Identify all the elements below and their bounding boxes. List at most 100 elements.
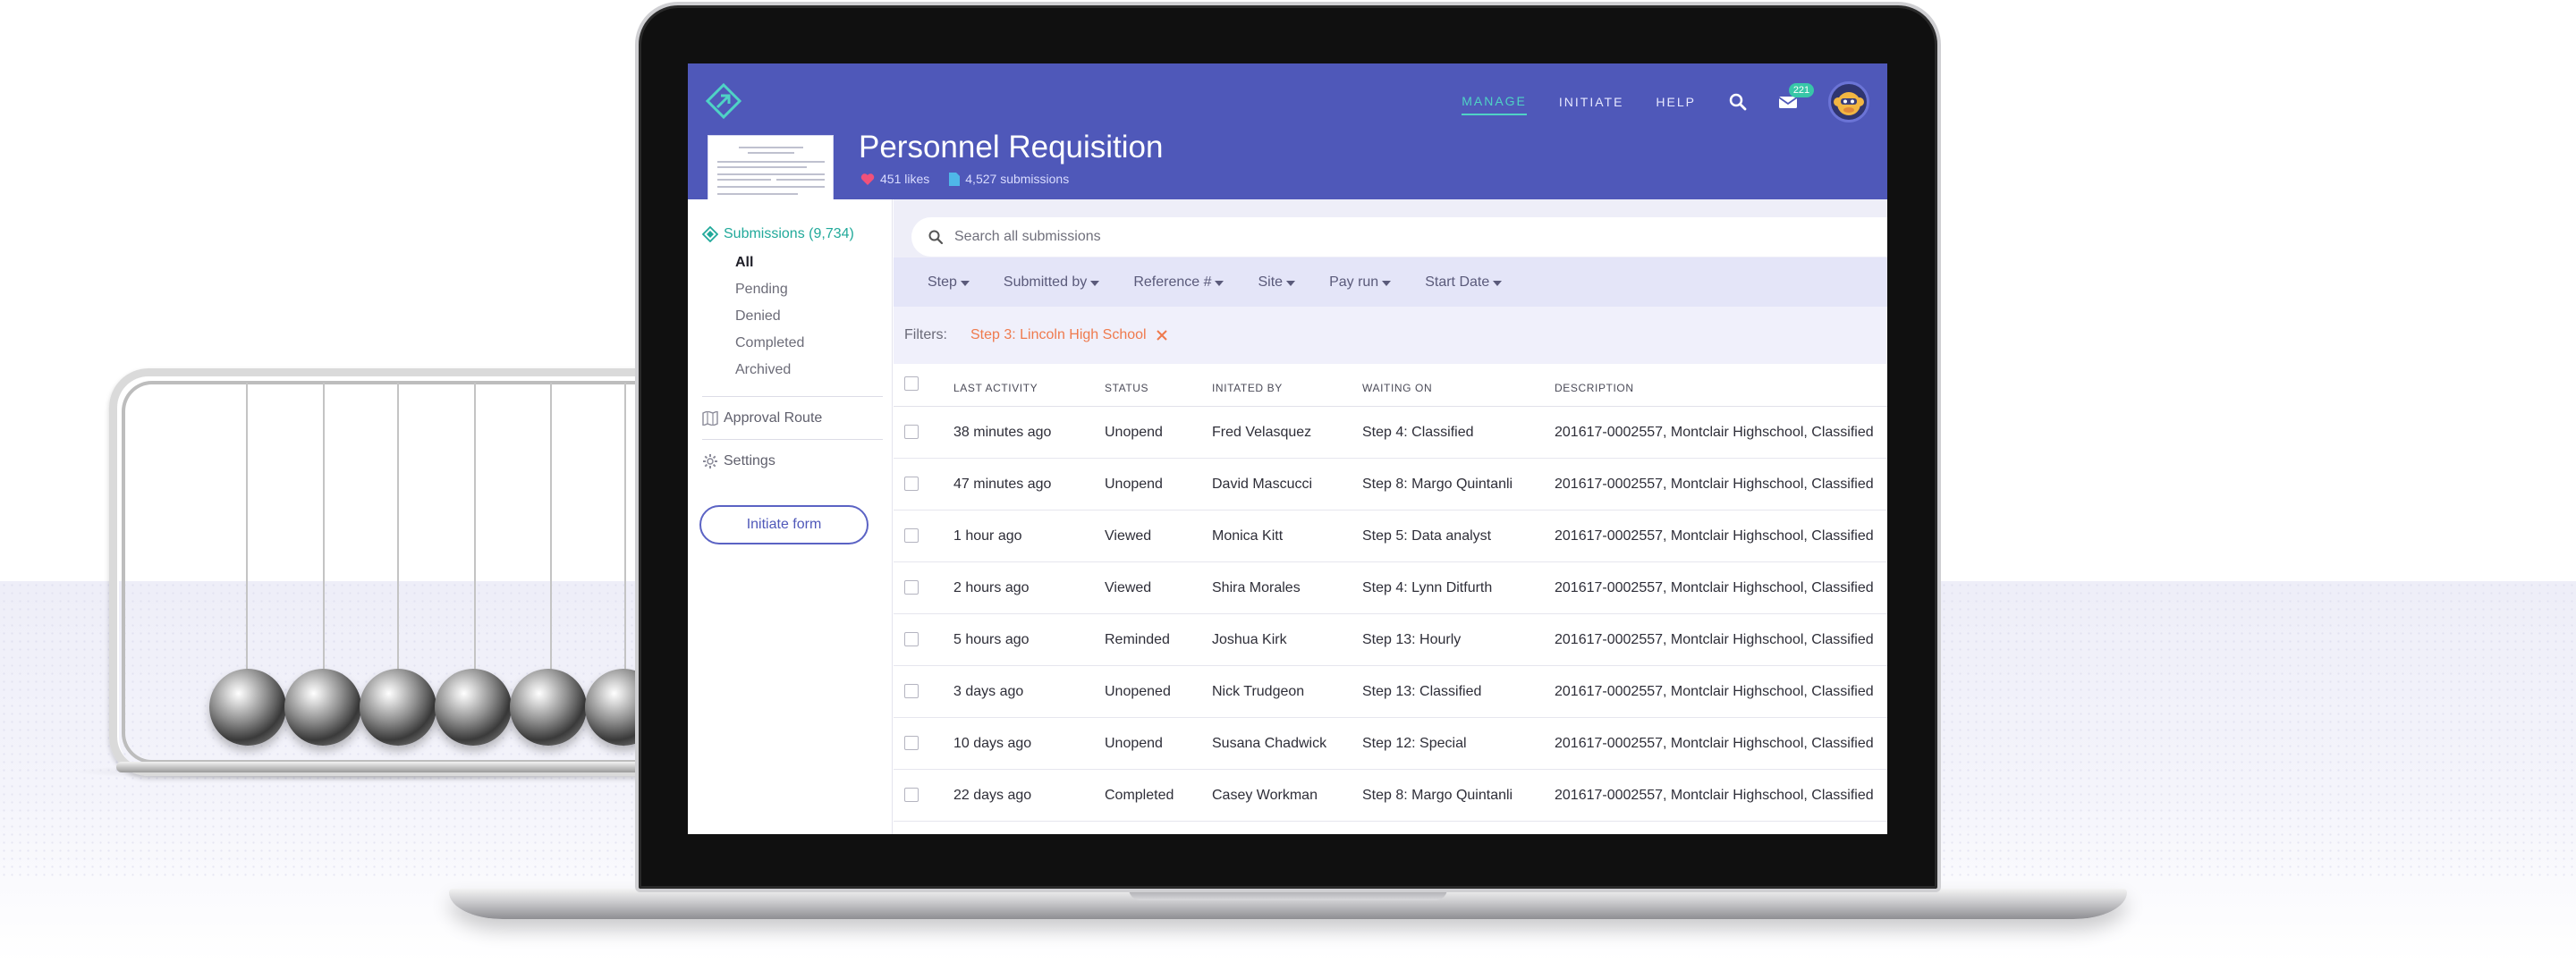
- cell-description: 201617-0002557, Montclair Highschool, Cl…: [1555, 425, 1874, 440]
- cell-waiting-on: Step 13: Hourly: [1362, 632, 1462, 647]
- laptop-screen: MANAGE INITIATE HELP 221 Personnel Requi…: [688, 63, 1887, 834]
- cell-last-activity: 5 hours ago: [953, 632, 1030, 647]
- row-checkbox[interactable]: [904, 580, 919, 595]
- cradle-ball: [209, 669, 286, 746]
- cell-status: Unopend: [1105, 425, 1163, 440]
- table-row[interactable]: 3 days ago Unopened Nick Trudgeon Step 1…: [894, 666, 1887, 718]
- sidebar-subitem-archived[interactable]: Archived: [735, 362, 791, 378]
- form-thumbnail[interactable]: [708, 135, 834, 203]
- cradle-ball: [510, 669, 587, 746]
- sidebar-item-settings[interactable]: Settings: [702, 453, 775, 469]
- cell-status: Unopend: [1105, 477, 1163, 492]
- cell-status: Reminded: [1105, 632, 1170, 647]
- cradle-string: [624, 383, 626, 672]
- search-icon[interactable]: [1728, 92, 1748, 112]
- caret-down-icon: [1493, 280, 1503, 286]
- initiate-form-button[interactable]: Initiate form: [699, 505, 869, 544]
- caret-down-icon: [1090, 280, 1100, 286]
- mail-count-badge: 221: [1789, 83, 1814, 97]
- app-logo-icon[interactable]: [705, 82, 742, 120]
- form-stats: 451 likes 4,527 submissions: [860, 172, 1089, 186]
- row-checkbox[interactable]: [904, 736, 919, 750]
- cell-status: Viewed: [1105, 528, 1152, 544]
- column-header-last-activity[interactable]: LAST ACTIVITY: [953, 382, 1038, 394]
- settings-label: Settings: [724, 453, 775, 468]
- filters-label: Filters:: [904, 327, 947, 342]
- dropdown-reference[interactable]: Reference #: [1133, 274, 1224, 291]
- gear-icon: [703, 454, 717, 468]
- cell-initiated-by: Joshua Kirk: [1212, 632, 1287, 647]
- submissions-stat: 4,527 submissions: [949, 172, 1069, 186]
- approval-route-label: Approval Route: [724, 410, 823, 426]
- nav-manage[interactable]: MANAGE: [1462, 94, 1527, 115]
- dropdown-submitted-by[interactable]: Submitted by: [1004, 274, 1100, 291]
- cell-last-activity: 22 days ago: [953, 788, 1032, 803]
- column-header-status[interactable]: STATUS: [1105, 382, 1148, 394]
- cell-description: 201617-0002557, Montclair Highschool, Cl…: [1555, 580, 1874, 595]
- nav-initiate[interactable]: INITIATE: [1559, 95, 1624, 114]
- page-title: Personnel Requisition: [859, 130, 1164, 165]
- column-header-waiting-on[interactable]: WAITING ON: [1362, 382, 1432, 394]
- table-row[interactable]: 1 hour ago Viewed Monica Kitt Step 5: Da…: [894, 511, 1887, 562]
- mail-icon[interactable]: 221: [1778, 83, 1814, 112]
- dropdown-pay-run[interactable]: Pay run: [1329, 274, 1392, 291]
- cradle-string: [550, 383, 552, 672]
- cell-waiting-on: Step 8: Margo Quintanli: [1362, 477, 1513, 492]
- sidebar-subitem-completed[interactable]: Completed: [735, 335, 804, 351]
- sidebar-item-approval-route[interactable]: Approval Route: [702, 410, 822, 426]
- dropdown-label: Step: [928, 274, 957, 290]
- submissions-count: 4,527 submissions: [965, 172, 1070, 186]
- column-header-description[interactable]: DESCRIPTION: [1555, 382, 1634, 394]
- cell-waiting-on: Step 13: Classified: [1362, 684, 1482, 699]
- cell-status: Unopened: [1105, 684, 1171, 699]
- dropdown-label: Start Date: [1425, 274, 1490, 290]
- row-checkbox[interactable]: [904, 477, 919, 491]
- dropdown-step[interactable]: Step: [928, 274, 970, 291]
- caret-down-icon: [1215, 280, 1224, 286]
- search-icon: [928, 230, 944, 245]
- dropdown-label: Reference #: [1133, 274, 1212, 290]
- sidebar-subitem-all[interactable]: All: [735, 255, 753, 271]
- nav-help[interactable]: HELP: [1656, 95, 1696, 114]
- table-row[interactable]: 5 hours ago Reminded Joshua Kirk Step 13…: [894, 614, 1887, 666]
- caret-down-icon: [1382, 280, 1392, 286]
- filter-chip[interactable]: Step 3: Lincoln High School: [970, 327, 1168, 343]
- close-icon[interactable]: [1156, 329, 1168, 342]
- search-input[interactable]: [954, 229, 1759, 245]
- search-area: [894, 199, 1887, 257]
- cell-description: 201617-0002557, Montclair Highschool, Cl…: [1555, 684, 1874, 699]
- select-all-checkbox[interactable]: [904, 376, 919, 391]
- cell-status: Viewed: [1105, 580, 1152, 595]
- dropdown-start-date[interactable]: Start Date: [1425, 274, 1503, 291]
- row-checkbox[interactable]: [904, 425, 919, 439]
- table-row[interactable]: 2 hours ago Viewed Shira Morales Step 4:…: [894, 562, 1887, 614]
- row-checkbox[interactable]: [904, 684, 919, 698]
- column-header-initiated-by[interactable]: INITATED BY: [1212, 382, 1283, 394]
- cell-waiting-on: Step 4: Lynn Ditfurth: [1362, 580, 1493, 595]
- dropdown-site[interactable]: Site: [1258, 274, 1296, 291]
- cell-last-activity: 10 days ago: [953, 736, 1032, 751]
- cradle-base: [116, 762, 680, 772]
- table-row[interactable]: 22 days ago Completed Casey Workman Step…: [894, 770, 1887, 822]
- caret-down-icon: [960, 280, 970, 286]
- row-checkbox[interactable]: [904, 528, 919, 543]
- sidebar-subitem-pending[interactable]: Pending: [735, 282, 788, 298]
- filter-dropdowns: Step Submitted by Reference # Site Pay r…: [894, 257, 1887, 307]
- sidebar-divider: [702, 396, 883, 397]
- likes-count: 451 likes: [880, 172, 930, 186]
- cell-status: Unopend: [1105, 736, 1163, 751]
- cell-initiated-by: Monica Kitt: [1212, 528, 1284, 544]
- cell-description: 201617-0002557, Montclair Highschool, Cl…: [1555, 477, 1874, 492]
- avatar[interactable]: [1828, 81, 1869, 122]
- active-filters-bar: Filters: Step 3: Lincoln High School: [894, 307, 1887, 364]
- row-checkbox[interactable]: [904, 788, 919, 802]
- cell-description: 201617-0002557, Montclair Highschool, Cl…: [1555, 736, 1874, 751]
- row-checkbox[interactable]: [904, 632, 919, 646]
- table-row[interactable]: 10 days ago Unopend Susana Chadwick Step…: [894, 718, 1887, 770]
- sidebar-item-submissions[interactable]: Submissions (9,734): [702, 226, 854, 242]
- sidebar-subitem-denied[interactable]: Denied: [735, 308, 781, 325]
- top-navigation: MANAGE INITIATE HELP 221: [1462, 81, 1869, 122]
- table-header: LAST ACTIVITY STATUS INITATED BY WAITING…: [894, 364, 1887, 407]
- table-row[interactable]: 47 minutes ago Unopend David Mascucci St…: [894, 459, 1887, 511]
- table-row[interactable]: 38 minutes ago Unopend Fred Velasquez St…: [894, 407, 1887, 459]
